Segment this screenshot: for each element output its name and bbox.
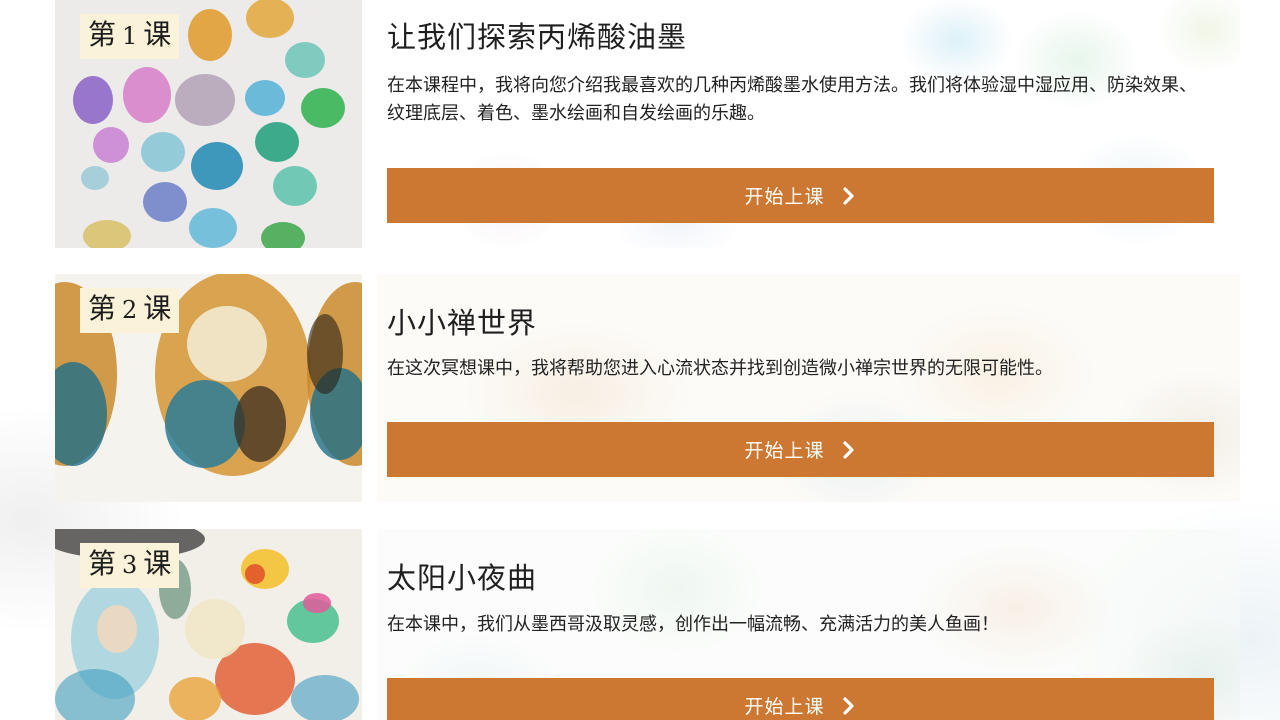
- start-lesson-label: 开始上课: [744, 696, 825, 718]
- lesson-number-badge: 第3课: [80, 543, 180, 588]
- chevron-right-icon: [842, 696, 854, 715]
- lesson-thumbnail[interactable]: 第3课: [55, 529, 362, 720]
- start-lesson-label: 开始上课: [744, 186, 825, 208]
- start-lesson-label: 开始上课: [744, 440, 825, 462]
- badge-suffix: 课: [143, 547, 172, 580]
- lesson-description: 在本课中，我们从墨西哥汲取灵感，创作出一幅流畅、充满活力的美人鱼画！: [387, 614, 999, 635]
- lesson-description: 在这次冥想课中，我将帮助您进入心流状态并找到创造微小禅宗世界的无限可能性。: [387, 358, 1053, 379]
- lesson-title[interactable]: 小小禅世界: [387, 300, 537, 342]
- chevron-right-icon: [842, 440, 854, 459]
- lesson-card-3: 第3课 太阳小夜曲 在本课中，我们从墨西哥汲取灵感，创作出一幅流畅、充满活力的美…: [55, 529, 1240, 720]
- lesson-description: 在本课程中，我将向您介绍我最喜欢的几种丙烯酸墨水使用方法。我们将体验湿中湿应用、…: [387, 75, 1197, 124]
- badge-prefix: 第: [88, 18, 117, 51]
- start-lesson-button[interactable]: 开始上课: [387, 678, 1214, 720]
- lesson-list-page: 第1课 让我们探索丙烯酸油墨 在本课程中，我将向您介绍我最喜欢的几种丙烯酸墨水使…: [0, 0, 1280, 720]
- lesson-number-badge: 第1课: [80, 14, 180, 59]
- lesson-card-2: 第2课 小小禅世界 在这次冥想课中，我将帮助您进入心流状态并找到创造微小禅宗世界…: [55, 274, 1240, 502]
- badge-number: 2: [122, 296, 138, 324]
- lesson-thumbnail[interactable]: 第1课: [55, 0, 362, 248]
- lesson-title[interactable]: 太阳小夜曲: [387, 555, 537, 597]
- badge-prefix: 第: [88, 292, 117, 325]
- lesson-title[interactable]: 让我们探索丙烯酸油墨: [387, 14, 687, 56]
- chevron-right-icon: [842, 186, 854, 205]
- badge-number: 3: [122, 551, 138, 579]
- badge-suffix: 课: [143, 292, 172, 325]
- lesson-number-badge: 第2课: [80, 288, 180, 333]
- badge-prefix: 第: [88, 547, 117, 580]
- lesson-card-1: 第1课 让我们探索丙烯酸油墨 在本课程中，我将向您介绍我最喜欢的几种丙烯酸墨水使…: [55, 0, 1240, 248]
- badge-number: 1: [122, 22, 138, 50]
- start-lesson-button[interactable]: 开始上课: [387, 168, 1214, 223]
- lesson-thumbnail[interactable]: 第2课: [55, 274, 362, 502]
- badge-suffix: 课: [143, 18, 172, 51]
- start-lesson-button[interactable]: 开始上课: [387, 422, 1214, 477]
